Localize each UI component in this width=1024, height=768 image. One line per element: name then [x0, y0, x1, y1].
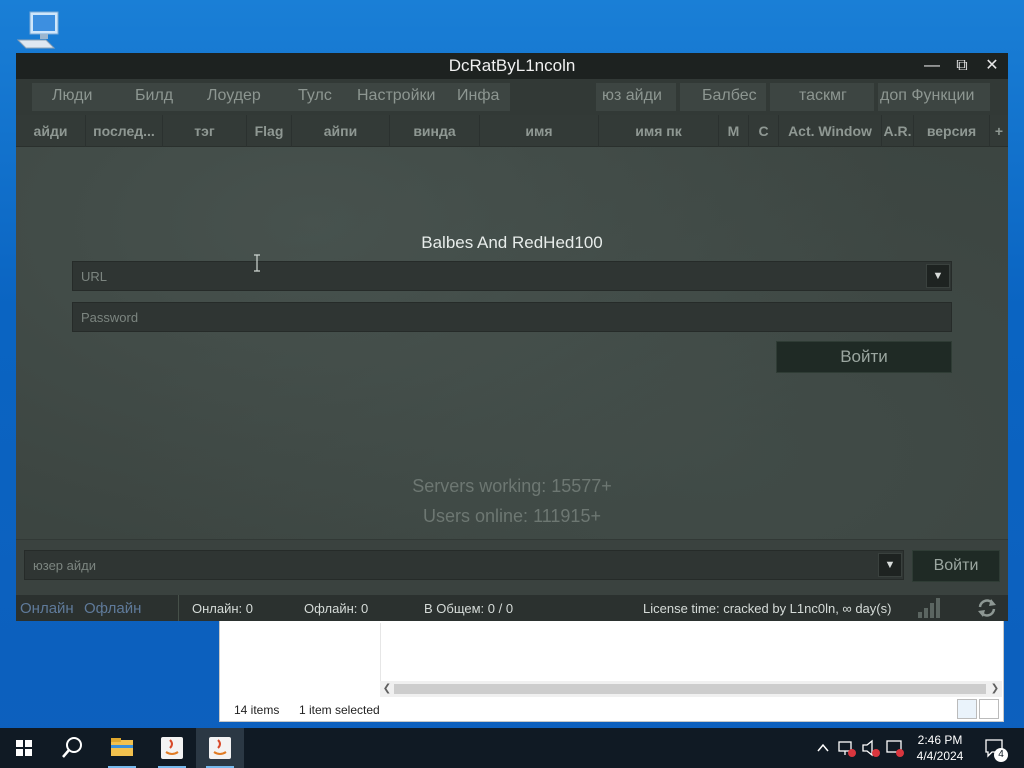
url-dropdown-chevron-icon[interactable]: ▼ [926, 264, 950, 288]
minimize-button[interactable]: — [918, 55, 946, 77]
menu-loader[interactable]: Лоудер [207, 87, 261, 105]
details-view-icon[interactable] [957, 699, 977, 719]
password-input[interactable] [73, 303, 951, 331]
explorer-horizontal-scrollbar[interactable]: ❮ ❯ [380, 681, 1002, 697]
window-title: DcRatByL1ncoln [448, 56, 576, 75]
column-pc-name[interactable]: имя пк [599, 115, 719, 147]
menu-info[interactable]: Инфа [457, 87, 499, 105]
servers-working-stat: Servers working: 15577+ [412, 476, 612, 496]
url-combobox[interactable]: ▼ [72, 261, 952, 291]
menu-build[interactable]: Билд [135, 87, 173, 105]
menu-tools[interactable]: Тулс [298, 87, 332, 105]
close-button[interactable]: ✕ [978, 55, 1006, 77]
file-explorer-taskbar-icon[interactable] [98, 728, 146, 768]
text-cursor-icon [254, 254, 260, 272]
offline-tab[interactable]: Офлайн [84, 600, 141, 617]
url-input[interactable] [73, 262, 951, 290]
user-id-login-button[interactable]: Войти [912, 550, 1000, 582]
volume-muted-icon[interactable] [860, 728, 882, 768]
column-os[interactable]: винда [390, 115, 480, 147]
explorer-status-bar: 14 items 1 item selected [220, 699, 1003, 721]
large-icons-view-icon[interactable] [979, 699, 999, 719]
network-icon[interactable] [836, 728, 858, 768]
column-add-icon[interactable]: + [990, 115, 1008, 147]
clients-table-header: айди послед... тэг Flag айпи винда имя и… [16, 115, 1008, 147]
menu-task-manager[interactable]: таскмг [799, 87, 847, 105]
column-flag[interactable]: Flag [247, 115, 292, 147]
column-ar[interactable]: A.R. [882, 115, 914, 147]
search-icon[interactable] [48, 728, 96, 768]
login-button[interactable]: Войти [776, 341, 952, 373]
app-window: DcRatByL1ncoln — ⧉ ✕ Люди Билд Лоудер Ту… [16, 53, 1008, 621]
password-field[interactable] [72, 302, 952, 332]
column-active-window[interactable]: Act. Window [779, 115, 882, 147]
maximize-button[interactable]: ⧉ [948, 55, 976, 77]
users-online-stat: Users online: 111915+ [423, 506, 601, 526]
menu-people[interactable]: Люди [52, 87, 92, 105]
taskbar: 2:46 PM 4/4/2024 4 [0, 728, 1024, 768]
explorer-item-count: 14 items [234, 703, 280, 717]
column-name[interactable]: имя [480, 115, 599, 147]
online-count: Онлайн: 0 [192, 601, 254, 616]
column-id[interactable]: айди [16, 115, 86, 147]
menu-settings[interactable]: Настройки [357, 87, 435, 105]
display-warning-icon[interactable] [884, 728, 906, 768]
java-app-taskbar-icon[interactable] [148, 728, 196, 768]
notification-count-badge: 4 [994, 748, 1008, 762]
clock-date: 4/4/2024 [916, 749, 964, 763]
online-tab[interactable]: Онлайн [20, 600, 74, 617]
menu-balbes[interactable]: Балбес [702, 87, 757, 105]
title-bar[interactable]: DcRatByL1ncoln — ⧉ ✕ [16, 53, 1008, 79]
offline-count: Офлайн: 0 [304, 601, 369, 616]
menu-bar: Люди Билд Лоудер Тулс Настройки Инфа юз … [16, 79, 1008, 115]
column-last-seen[interactable]: послед... [86, 115, 163, 147]
column-tag[interactable]: тэг [163, 115, 247, 147]
explorer-pane-divider [380, 623, 381, 683]
column-m[interactable]: M [719, 115, 749, 147]
user-id-combobox[interactable]: ▼ [24, 550, 904, 580]
user-id-input[interactable] [25, 551, 903, 579]
explorer-selection-count: 1 item selected [299, 703, 380, 717]
show-hidden-icons-chevron-icon[interactable] [814, 728, 832, 768]
windows-start-icon[interactable] [0, 728, 48, 768]
clock-time: 2:46 PM [917, 733, 963, 747]
status-bar: Онлайн Офлайн Онлайн: 0 Офлайн: 0 В Обще… [16, 595, 1008, 621]
scroll-thumb[interactable] [394, 684, 986, 694]
refresh-icon[interactable] [976, 598, 998, 618]
this-pc-desktop-icon[interactable] [16, 10, 60, 54]
action-center-icon[interactable]: 4 [978, 728, 1012, 768]
menu-user-id[interactable]: юз айди [602, 87, 662, 105]
license-info: License time: cracked by L1nc0ln, ∞ day(… [643, 601, 892, 616]
total-count: В Общем: 0 / 0 [424, 601, 514, 616]
bottom-login-bar: ▼ Войти [16, 539, 1008, 595]
status-divider [178, 595, 179, 621]
column-version[interactable]: версия [914, 115, 990, 147]
column-c[interactable]: C [749, 115, 779, 147]
login-heading: Balbes And RedHed100 [421, 233, 603, 252]
user-id-dropdown-chevron-icon[interactable]: ▼ [878, 553, 902, 577]
scroll-right-icon[interactable]: ❯ [988, 681, 1002, 697]
menu-extra-functions[interactable]: доп Функции [880, 87, 974, 105]
system-clock[interactable]: 2:46 PM 4/4/2024 [910, 732, 970, 764]
scroll-left-icon[interactable]: ❮ [380, 681, 394, 697]
menu-group-left [32, 83, 510, 111]
signal-strength-icon [914, 598, 940, 618]
column-ip[interactable]: айпи [292, 115, 390, 147]
java-app-active-taskbar-icon[interactable] [196, 728, 244, 768]
